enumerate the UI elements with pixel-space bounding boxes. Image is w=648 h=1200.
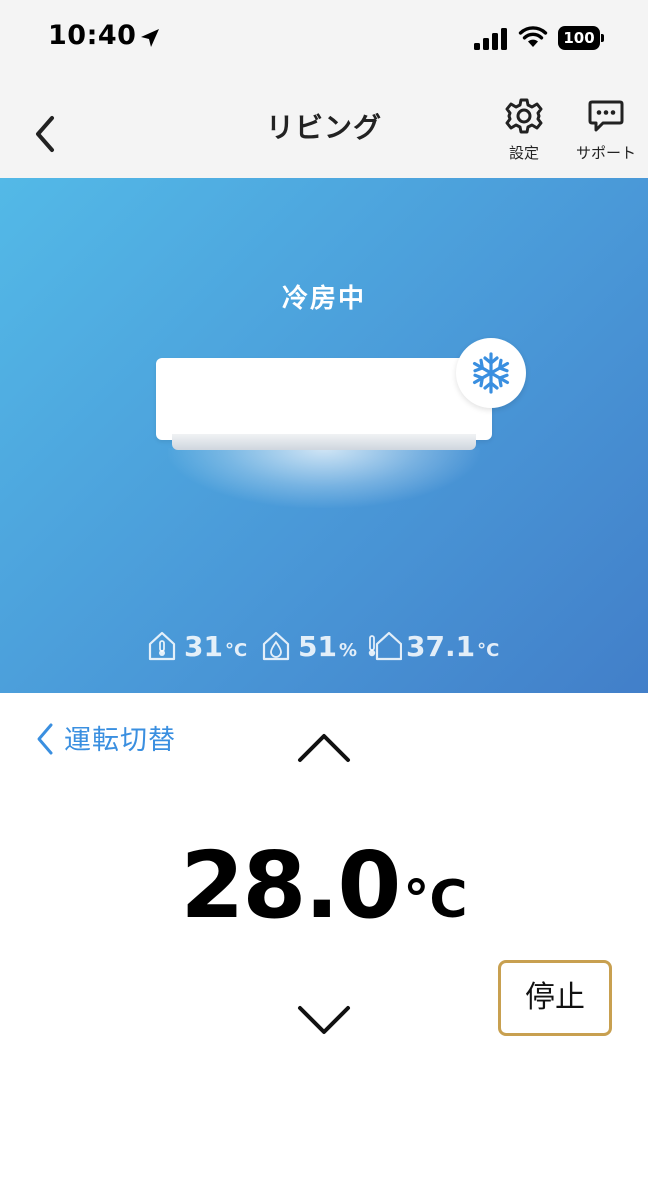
indoor-temperature-icon (148, 631, 176, 661)
status-time: 10:40 (48, 20, 137, 51)
chat-bubble-icon (588, 100, 624, 132)
chevron-left-icon (36, 116, 54, 152)
stop-button[interactable]: 停止 (498, 960, 612, 1036)
indoor-temperature-unit: °C (224, 640, 248, 661)
device-status-panel: 冷房中 31 °C 51 % 37.1 °C (0, 178, 648, 693)
indoor-humidity-value: 51 (298, 630, 337, 663)
gear-icon (505, 98, 543, 134)
indoor-humidity-icon (262, 631, 290, 661)
sensor-readings: 31 °C 51% 37.1 °C (0, 626, 648, 670)
airflow-illustration (168, 448, 480, 508)
outdoor-temperature-unit: °C (477, 640, 500, 661)
settings-button[interactable]: 設定 (484, 96, 564, 168)
support-button[interactable]: サポート (566, 96, 646, 168)
outdoor-temperature-value: 37.1 (406, 630, 476, 663)
wifi-icon (518, 26, 548, 47)
nav-bar: リビング 設定 サポート (0, 80, 648, 178)
battery-icon: 100 (558, 26, 604, 50)
indoor-humidity-unit: % (338, 640, 358, 661)
temperature-up-button[interactable] (294, 726, 354, 770)
temperature-value: 28.0 (180, 832, 401, 939)
back-button[interactable] (26, 110, 66, 158)
temperature-unit: °C (403, 870, 468, 930)
snowflake-icon (472, 352, 510, 394)
chevron-left-icon (37, 723, 53, 755)
cellular-signal-icon (474, 28, 507, 50)
cooling-mode-badge (456, 338, 526, 408)
temperature-down-button[interactable] (294, 998, 354, 1042)
support-label: サポート (575, 144, 636, 162)
indoor-temperature-value: 31 (184, 630, 223, 663)
outdoor-temperature-icon (368, 631, 402, 661)
battery-level: 100 (558, 26, 600, 50)
settings-label: 設定 (508, 144, 539, 162)
chevron-up-icon (298, 734, 350, 762)
temperature-setpoint: 28.0°C (0, 832, 648, 939)
status-bar: 10:40 100 (0, 0, 648, 80)
operation-status: 冷房中 (281, 284, 366, 314)
mode-switch-label: 運転切替 (64, 725, 176, 756)
air-conditioner-illustration (156, 358, 492, 450)
chevron-down-icon (298, 1006, 350, 1034)
location-arrow-icon (141, 29, 159, 47)
